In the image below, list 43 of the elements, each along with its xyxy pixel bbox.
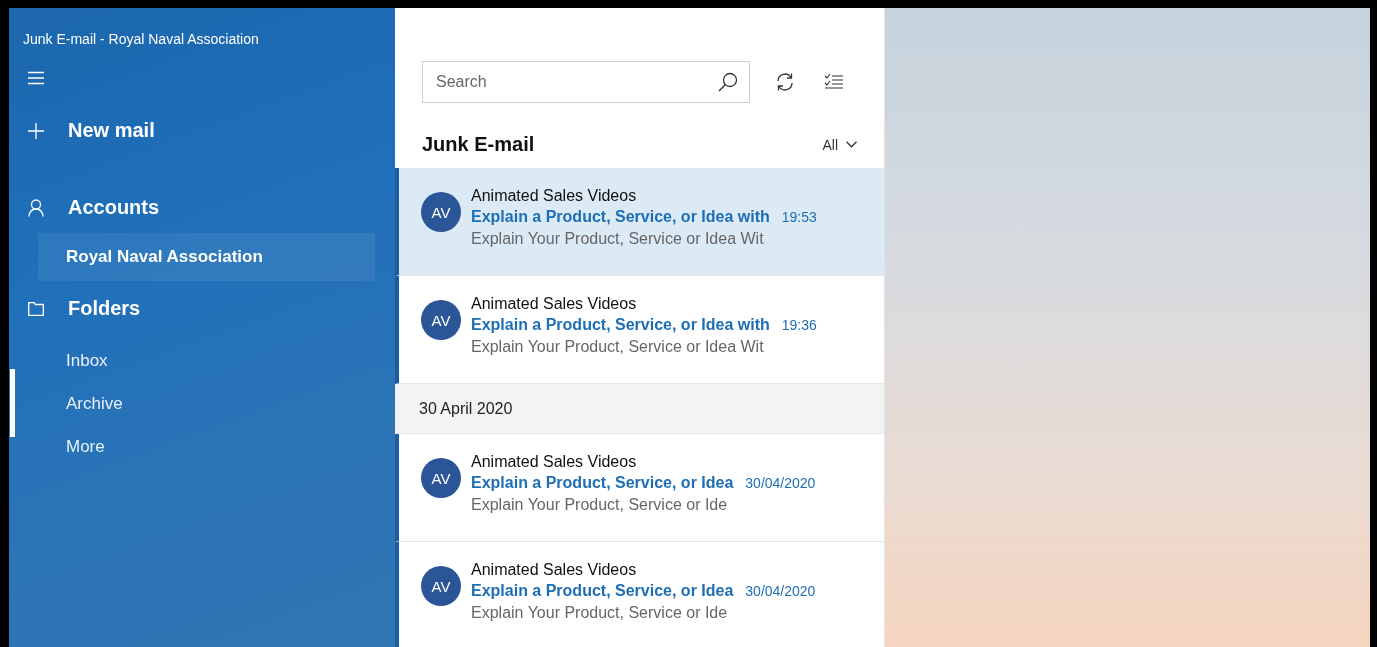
refresh-icon[interactable] [775, 72, 795, 92]
message-time: 19:53 [781, 209, 817, 225]
new-mail-button[interactable]: New mail [9, 119, 395, 142]
chevron-down-icon [846, 141, 857, 148]
sender-name: Animated Sales Videos [471, 452, 638, 472]
plus-icon [28, 122, 44, 139]
message-time: 19:36 [781, 317, 817, 333]
sender-name: Animated Sales Videos [471, 560, 638, 580]
search-icon[interactable] [718, 72, 738, 92]
folder-item[interactable]: Inbox [66, 351, 108, 370]
message-item[interactable]: AV Animated Sales Videos Explain a Product, Service, or Idea with 19:53 Explain Your Product, Service or Idea Wit [395, 168, 884, 276]
account-item[interactable]: Royal Naval Association [38, 233, 375, 281]
message-subject: Explain a Product, Service, or Idea with [471, 315, 770, 335]
folder-title: Junk E-mail [422, 133, 535, 156]
message-subject: Explain a Product, Service, or Idea [471, 473, 734, 493]
window-title: Junk E-mail - Royal Naval Association [22, 30, 260, 49]
message-item[interactable]: AV Animated Sales Videos Explain a Product, Service, or Idea 30/04/2020 Explain Your Product, Service or Ide [395, 434, 884, 542]
message-time: 30/04/2020 [745, 475, 816, 491]
message-subject: Explain a Product, Service, or Idea [471, 581, 734, 601]
avatar: AV [421, 458, 461, 498]
folder-item[interactable]: Archive [66, 394, 123, 413]
message-subject: Explain a Product, Service, or Idea with [471, 207, 770, 227]
menu-icon[interactable] [28, 71, 44, 85]
message-preview: Explain Your Product, Service or Ide [471, 496, 728, 513]
sender-name: Animated Sales Videos [471, 294, 638, 314]
message-preview: Explain Your Product, Service or Idea Wit [471, 338, 764, 355]
message-item[interactable]: AV Animated Sales Videos Explain a Product, Service, or Idea with 19:36 Explain Your Product, Service or Idea Wit [395, 276, 884, 384]
folders-button[interactable]: Folders [9, 297, 395, 320]
avatar: AV [421, 300, 461, 340]
avatar: AV [421, 566, 461, 606]
person-icon [28, 198, 44, 217]
date-group-header: 30 April 2020 [395, 384, 884, 434]
folder-icon [28, 301, 44, 316]
message-preview: Explain Your Product, Service or Idea Wit [471, 230, 764, 247]
accounts-button[interactable]: Accounts [9, 196, 395, 219]
search-field[interactable]: Search [422, 61, 750, 103]
message-preview: Explain Your Product, Service or Ide [471, 604, 728, 621]
sender-name: Animated Sales Videos [471, 186, 638, 206]
folder-item[interactable]: More [66, 437, 105, 456]
message-time: 30/04/2020 [745, 583, 816, 599]
filter-dropdown[interactable]: All [822, 136, 857, 153]
select-list-icon[interactable] [824, 72, 844, 92]
avatar: AV [421, 192, 461, 232]
